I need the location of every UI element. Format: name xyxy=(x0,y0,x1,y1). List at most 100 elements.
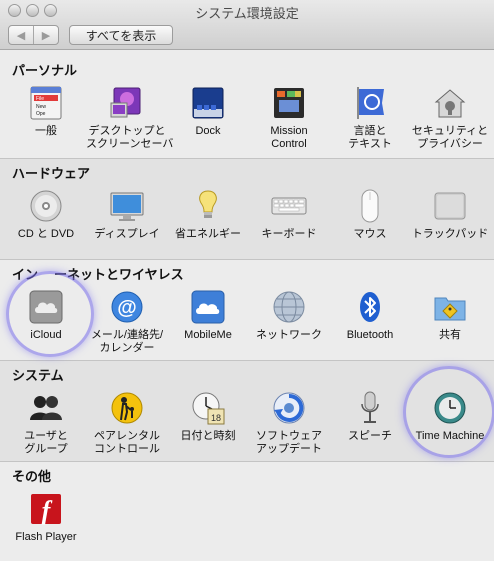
pref-general[interactable]: File New Ope 一般 xyxy=(5,85,87,138)
pref-network[interactable]: ネットワーク xyxy=(248,289,330,342)
cd-dvd-icon xyxy=(28,188,64,224)
pref-users-label-1: ユーザと xyxy=(24,430,68,442)
pref-mouse-label: マウス xyxy=(353,228,387,240)
pref-general-label: 一般 xyxy=(35,125,57,137)
pref-mail-label-1: メール/連絡先/ xyxy=(90,329,164,341)
back-forward-group: ◀ ▶ xyxy=(8,25,59,45)
pref-trackpad[interactable]: トラックパッド xyxy=(409,188,491,241)
pref-software-update[interactable]: ソフトウェア アップデート xyxy=(248,390,330,456)
pref-software-update-label-2: アップデート xyxy=(256,443,322,455)
flash-player-icon: f xyxy=(28,491,64,527)
dock-icon xyxy=(190,85,226,121)
pref-mobileme-label: MobileMe xyxy=(184,329,232,341)
section-hardware: ハードウェア CD と DVD ディスプレイ 省エネルギー キーボード マウス … xyxy=(0,158,494,259)
forward-button[interactable]: ▶ xyxy=(33,26,58,44)
section-personal: パーソナル File New Ope 一般 デスクトップと スクリーンセーバ D… xyxy=(0,51,494,158)
pref-mouse[interactable]: マウス xyxy=(329,188,411,241)
pref-date-time[interactable]: 18 日付と時刻 xyxy=(167,390,249,443)
section-title-other: その他 xyxy=(12,469,52,484)
time-machine-icon xyxy=(432,390,468,426)
pref-mail-contacts-calendars[interactable]: @ メール/連絡先/ カレンダー xyxy=(86,289,168,355)
pref-energy-saver[interactable]: 省エネルギー xyxy=(167,188,249,241)
pref-speech[interactable]: スピーチ xyxy=(329,390,411,443)
pref-mobileme[interactable]: MobileMe xyxy=(167,289,249,342)
general-icon-text-new: New xyxy=(36,104,46,110)
date-time-icon: 18 xyxy=(190,390,226,426)
pref-security-label-2: プライバシー xyxy=(417,138,483,150)
pref-bluetooth-label: Bluetooth xyxy=(346,329,394,341)
pref-parental-label-1: ペアレンタル xyxy=(94,430,160,442)
pref-parental-controls[interactable]: ペアレンタル コントロール xyxy=(86,390,168,456)
general-icon: File New Ope xyxy=(28,85,64,121)
energy-bulb-icon xyxy=(190,188,226,224)
pref-software-update-label-1: ソフトウェア xyxy=(256,430,322,442)
section-title-internet: イン ーネットとワイヤレス xyxy=(12,264,184,283)
date-icon-day: 18 xyxy=(211,413,221,423)
pref-dock[interactable]: Dock xyxy=(167,85,249,138)
pref-mission-label-2: Control xyxy=(271,138,307,150)
mouse-icon xyxy=(352,188,388,224)
bluetooth-icon xyxy=(352,289,388,325)
show-all-button[interactable]: すべてを表示 xyxy=(69,25,173,45)
mail-at-icon: @ xyxy=(109,289,145,325)
pref-mail-label-2: カレンダー xyxy=(99,342,155,354)
section-title-system: システム xyxy=(12,368,64,383)
icloud-icon xyxy=(28,289,64,325)
pref-bluetooth[interactable]: Bluetooth xyxy=(329,289,411,342)
pref-security-label-1: セキュリティと xyxy=(411,125,489,137)
pref-sharing-label: 共有 xyxy=(439,329,461,341)
section-title-internet-a: イン xyxy=(12,267,39,282)
pref-time-machine-label: Time Machine xyxy=(415,430,485,442)
speech-microphone-icon xyxy=(352,390,388,426)
pref-dock-label: Dock xyxy=(195,125,221,137)
pref-sharing[interactable]: 共有 xyxy=(409,289,491,342)
title-bar: システム環境設定 ◀ ▶ すべてを表示 xyxy=(0,0,494,50)
pref-speech-label: スピーチ xyxy=(348,430,392,442)
pref-cd-dvd-label: CD と DVD xyxy=(17,228,75,240)
general-icon-text-file: File xyxy=(36,96,44,102)
pref-date-time-label: 日付と時刻 xyxy=(180,430,236,442)
pref-display[interactable]: ディスプレイ xyxy=(86,188,168,241)
section-internet-wireless: イン ーネットとワイヤレス iCloud @ メール/連絡先/ カレンダー Mob… xyxy=(0,259,494,360)
pref-language-label-2: テキスト xyxy=(348,138,392,150)
window-title: システム環境設定 xyxy=(195,6,299,21)
svg-text:@: @ xyxy=(117,297,137,319)
pref-time-machine[interactable]: Time Machine xyxy=(409,390,491,443)
pref-language-label-1: 言語と xyxy=(353,125,387,137)
pref-display-label: ディスプレイ xyxy=(94,228,160,240)
pref-icloud[interactable]: iCloud xyxy=(5,289,87,342)
section-title-hardware: ハードウェア xyxy=(12,166,91,181)
pref-users-label-2: グループ xyxy=(24,443,68,455)
pref-flash-player-label: Flash Player xyxy=(15,531,77,543)
pref-users-groups[interactable]: ユーザと グループ xyxy=(5,390,87,456)
keyboard-icon xyxy=(271,188,307,224)
language-flag-icon xyxy=(352,85,388,121)
software-update-icon xyxy=(271,390,307,426)
pref-keyboard-label: キーボード xyxy=(261,228,317,240)
pref-cd-dvd[interactable]: CD と DVD xyxy=(5,188,87,241)
section-other: その他 f Flash Player xyxy=(0,461,494,561)
mission-control-icon xyxy=(271,85,307,121)
section-title-personal: パーソナル xyxy=(12,63,78,78)
trackpad-icon xyxy=(432,188,468,224)
section-system: システム ユーザと グループ ペアレンタル コントロール 18 日付と時刻 ソフ… xyxy=(0,360,494,461)
pref-language-text[interactable]: 言語と テキスト xyxy=(329,85,411,151)
pref-parental-label-2: コントロール xyxy=(94,443,160,455)
pref-flash-player[interactable]: f Flash Player xyxy=(5,491,87,544)
pref-desktop-screensaver[interactable]: デスクトップと スクリーンセーバ xyxy=(86,85,173,151)
pref-energy-label: 省エネルギー xyxy=(175,228,241,240)
sharing-folder-icon xyxy=(432,289,468,325)
general-icon-text-open: Ope xyxy=(36,111,46,117)
back-button[interactable]: ◀ xyxy=(9,26,33,44)
pref-icloud-label: iCloud xyxy=(30,329,62,341)
pref-mission-control[interactable]: Mission Control xyxy=(248,85,330,151)
parental-controls-icon xyxy=(109,390,145,426)
pref-security-privacy[interactable]: セキュリティと プライバシー xyxy=(409,85,491,151)
pref-trackpad-label: トラックパッド xyxy=(411,228,489,240)
security-house-icon xyxy=(432,85,468,121)
mobileme-cloud-icon xyxy=(190,289,226,325)
network-globe-icon xyxy=(271,289,307,325)
desktop-screensaver-icon xyxy=(109,85,145,121)
pref-keyboard[interactable]: キーボード xyxy=(248,188,330,241)
pref-desktop-label-1: デスクトップと xyxy=(88,125,166,137)
